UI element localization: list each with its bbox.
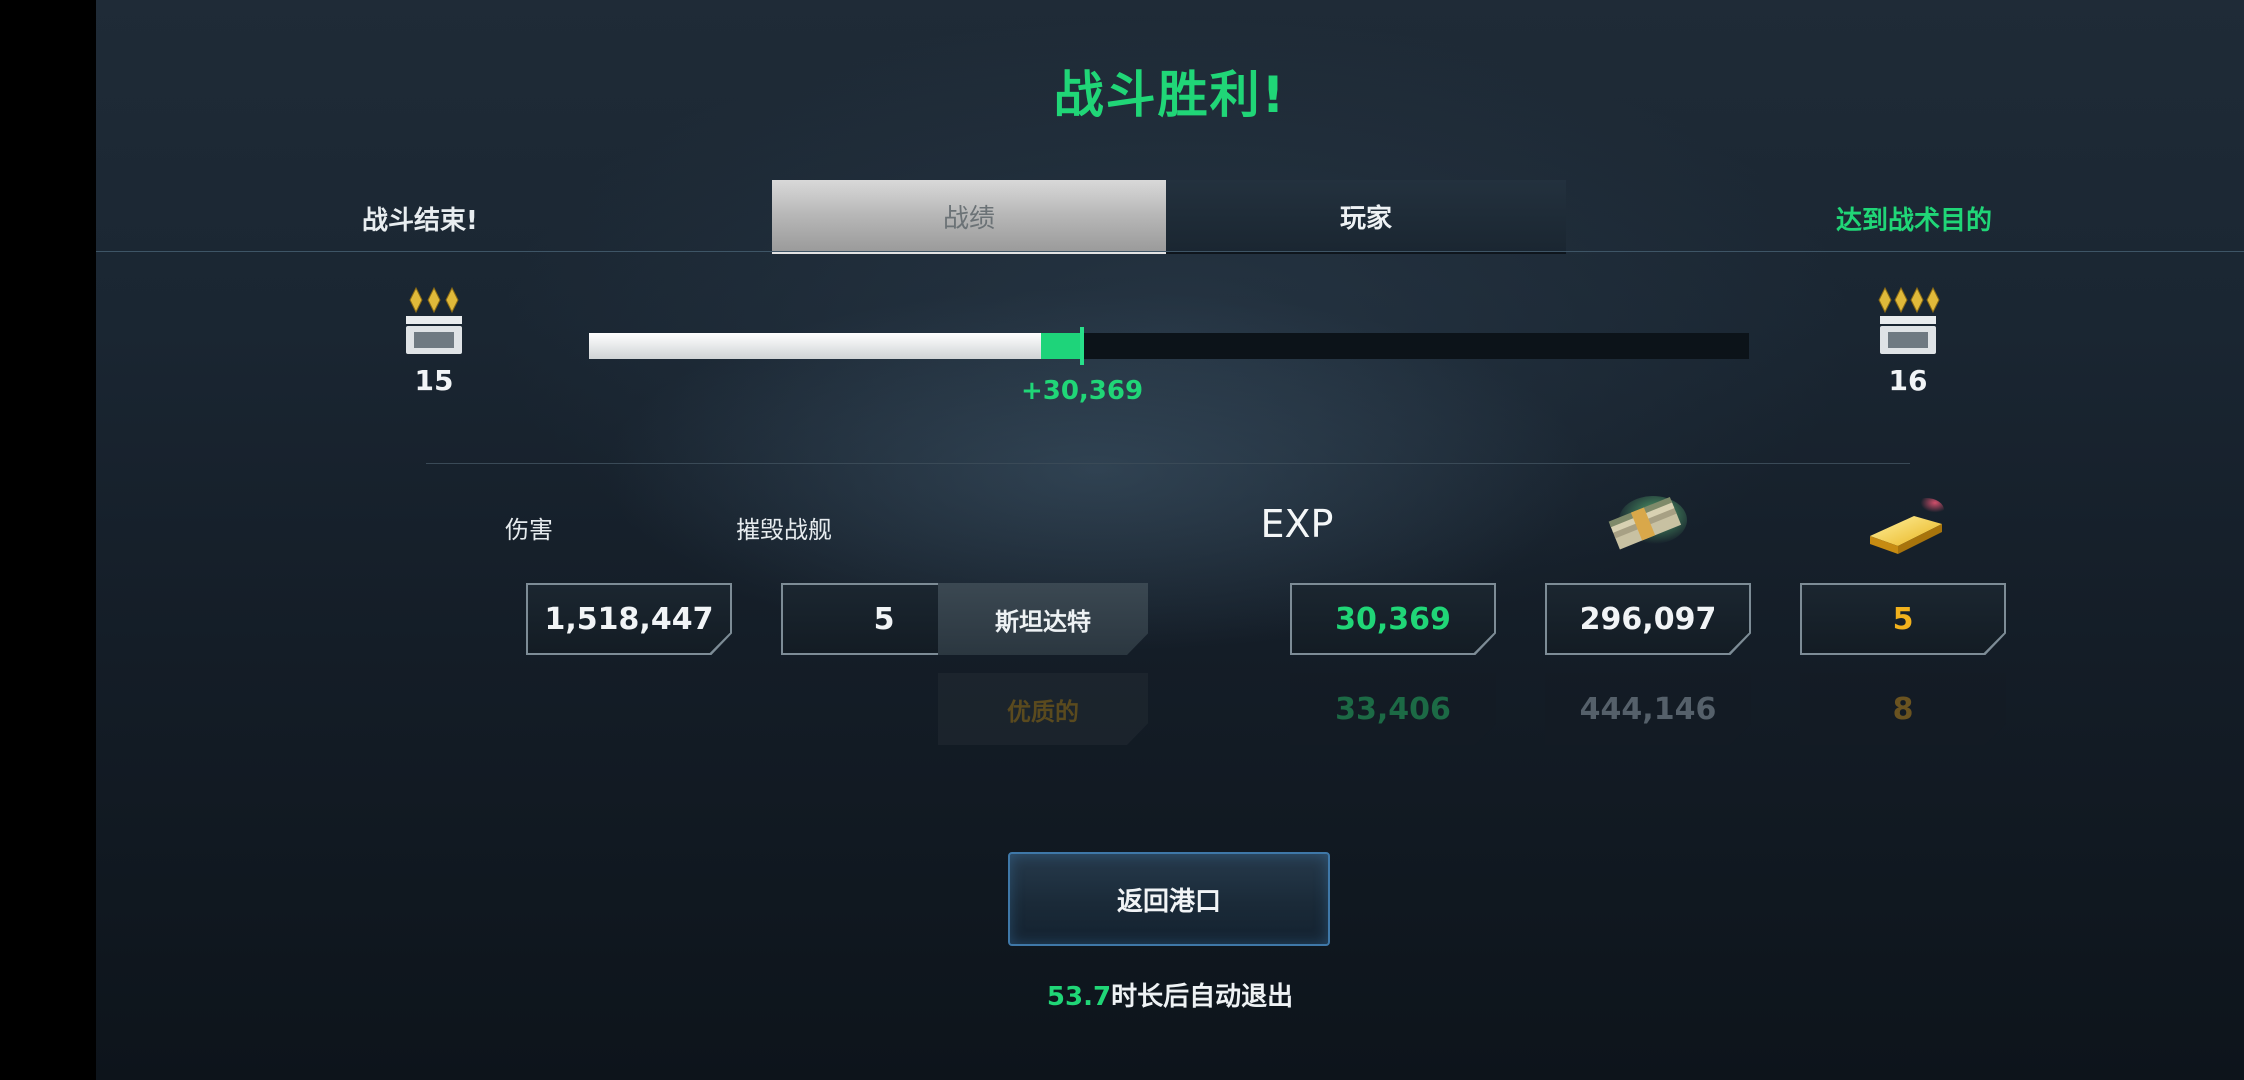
- gold-value-box: 5: [1800, 583, 2006, 655]
- exp-header: EXP: [1260, 502, 1334, 546]
- tab-players[interactable]: 玩家: [1166, 180, 1566, 254]
- section-divider: [426, 463, 1910, 464]
- premium-exp-value: 33,406: [1335, 691, 1451, 727]
- kills-header: 摧毁战舰: [736, 516, 832, 544]
- exp-gain-label: +30,369: [1020, 376, 1144, 406]
- current-rank: 15: [402, 286, 466, 397]
- premium-money-box: 444,146: [1545, 673, 1751, 745]
- kills-value: 5: [873, 601, 895, 637]
- countdown-seconds: 53.7: [1046, 982, 1112, 1012]
- tab-divider: [96, 251, 2244, 252]
- auto-exit-text: 时长后自动退出: [1111, 982, 1294, 1012]
- damage-header: 伤害: [505, 516, 553, 544]
- money-value: 296,097: [1579, 601, 1717, 637]
- premium-money-value: 444,146: [1579, 691, 1717, 727]
- damage-value: 1,518,447: [544, 601, 714, 637]
- money-value-box: 296,097: [1545, 583, 1751, 655]
- objective-status: 达到战术目的: [1835, 206, 1992, 236]
- exp-progress-bar: [589, 327, 1749, 365]
- next-rank: 16: [1876, 286, 1940, 397]
- premium-gold-box: 8: [1800, 673, 2006, 745]
- premium-exp-box: 33,406: [1290, 673, 1496, 745]
- damage-value-box: 1,518,447: [526, 583, 732, 655]
- ship-name: 斯坦达特: [938, 583, 1148, 655]
- victory-title: 战斗胜利!: [1053, 66, 1287, 124]
- exp-value: 30,369: [1335, 601, 1451, 637]
- money-stack-icon: [1608, 496, 1687, 550]
- exp-value-box: 30,369: [1290, 583, 1496, 655]
- progress-marker: [1080, 327, 1084, 365]
- current-rank-number: 15: [414, 364, 454, 397]
- progress-gain-fill: [1041, 333, 1082, 359]
- tab-record[interactable]: 战绩: [772, 180, 1166, 254]
- auto-exit-countdown: 53.7时长后自动退出: [96, 976, 2244, 1013]
- next-rank-number: 16: [1888, 364, 1928, 397]
- rank-insignia-icon: [1878, 286, 1940, 354]
- rank-insignia-icon: [406, 286, 462, 354]
- battle-end-label: 战斗结束!: [362, 206, 478, 236]
- premium-gold-value: 8: [1892, 691, 1914, 727]
- progress-base-fill: [589, 333, 1042, 359]
- gold-bar-icon: [1870, 498, 1944, 554]
- premium-label: 优质的: [938, 673, 1148, 745]
- battle-result-screen: 战斗胜利! 战斗结束! 达到战术目的 战绩 玩家 15 16 +30,369 伤…: [96, 0, 2244, 1080]
- return-to-port-button[interactable]: 返回港口: [1008, 852, 1330, 946]
- gold-value: 5: [1892, 601, 1914, 637]
